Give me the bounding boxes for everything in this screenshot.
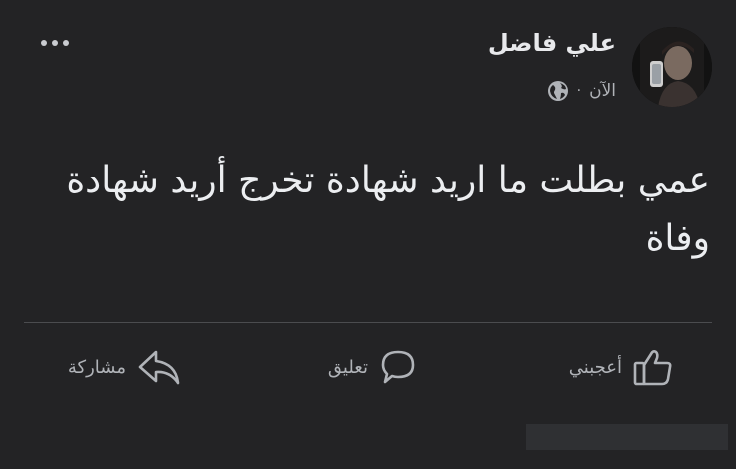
like-label: أعجبني: [568, 356, 622, 378]
redacted-area: [526, 424, 728, 450]
author-avatar[interactable]: [632, 27, 712, 107]
globe-icon[interactable]: [547, 80, 569, 102]
thumbs-up-icon: [633, 350, 672, 386]
post-meta: الآن ·: [547, 80, 616, 102]
share-arrow-icon: [138, 350, 180, 385]
more-dot-icon: [41, 40, 47, 46]
share-label: مشاركة: [67, 356, 126, 378]
actions-divider: [24, 322, 712, 323]
like-button[interactable]: أعجبني: [569, 344, 674, 390]
post-options-button[interactable]: [36, 32, 74, 54]
meta-separator: ·: [576, 83, 582, 99]
share-button[interactable]: مشاركة: [68, 344, 182, 390]
comment-button[interactable]: تعليق: [328, 344, 418, 390]
more-dot-icon: [63, 40, 69, 46]
post-timestamp[interactable]: الآن: [589, 81, 616, 101]
author-name[interactable]: علي فاضل: [488, 29, 616, 57]
avatar-photo: [632, 27, 712, 107]
post-body-text: عمي بطلت ما اريد شهادة تخرج أريد شهادة و…: [66, 160, 710, 259]
facebook-post-card: علي فاضل الآن · عمي بطلت ما اريد شهادة ت…: [0, 0, 736, 469]
comment-bubble-icon: [381, 350, 415, 384]
comment-label: تعليق: [327, 356, 368, 378]
more-dot-icon: [52, 40, 58, 46]
